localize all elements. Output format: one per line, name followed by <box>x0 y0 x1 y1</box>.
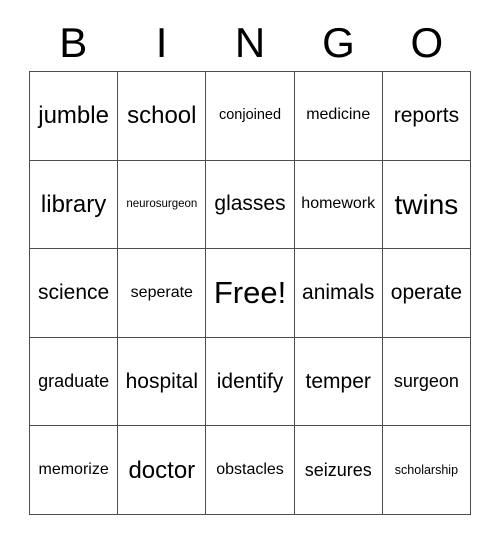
bingo-cell-label: medicine <box>306 106 371 124</box>
bingo-cell[interactable]: reports <box>382 72 472 161</box>
bingo-cell-free-space[interactable]: Free! <box>206 249 295 338</box>
bingo-cell[interactable]: homework <box>294 160 383 250</box>
bingo-cell[interactable]: library <box>30 160 119 250</box>
bingo-cell-label: conjoined <box>218 107 282 124</box>
bingo-cell[interactable]: surgeon <box>382 337 472 427</box>
bingo-cell-label: neurosurgeon <box>126 198 198 211</box>
bingo-row: jumble school conjoined medicine reports <box>30 72 472 161</box>
bingo-cell[interactable]: glasses <box>206 160 295 250</box>
bingo-cell-label: animals <box>302 280 375 304</box>
bingo-cell-label: hospital <box>125 369 198 393</box>
bingo-cell[interactable]: graduate <box>30 337 119 427</box>
bingo-cell-label: identify <box>216 369 284 393</box>
bingo-header-letter-n: N <box>234 18 266 66</box>
bingo-row: library neurosurgeon glasses homework tw… <box>30 160 472 250</box>
bingo-cell-label: scholarship <box>394 462 459 477</box>
bingo-cell-label: surgeon <box>393 371 459 392</box>
bingo-row: graduate hospital identify temper surgeo… <box>30 337 472 427</box>
bingo-cell[interactable]: identify <box>206 337 295 427</box>
bingo-header-letter-o: O <box>410 18 444 66</box>
bingo-cell-label: graduate <box>38 371 110 392</box>
bingo-cell-label: doctor <box>128 456 196 484</box>
bingo-cell[interactable]: animals <box>294 249 383 338</box>
bingo-cell[interactable]: hospital <box>118 337 207 427</box>
bingo-cell[interactable]: seperate <box>118 249 207 338</box>
bingo-cell[interactable]: scholarship <box>382 426 472 515</box>
bingo-cell-label: operate <box>390 280 463 304</box>
bingo-cell-label: obstacles <box>216 460 284 478</box>
bingo-cell[interactable]: seizures <box>294 426 383 515</box>
bingo-cell[interactable]: school <box>118 72 207 161</box>
bingo-cell[interactable]: jumble <box>30 72 119 161</box>
bingo-header-letter-g: G <box>322 18 355 66</box>
bingo-cell[interactable]: twins <box>382 160 472 250</box>
bingo-cell[interactable]: neurosurgeon <box>118 160 207 250</box>
bingo-cell[interactable]: doctor <box>118 426 207 515</box>
bingo-cell-label: homework <box>301 194 376 212</box>
bingo-cell[interactable]: obstacles <box>206 426 295 515</box>
bingo-cell-label: school <box>127 102 197 130</box>
bingo-cell-label: science <box>38 280 110 304</box>
bingo-grid: jumble school conjoined medicine reports… <box>29 71 472 515</box>
bingo-cell-label: twins <box>394 188 459 220</box>
bingo-cell-label: memorize <box>38 460 109 478</box>
bingo-cell[interactable]: medicine <box>294 72 383 161</box>
bingo-cell[interactable]: conjoined <box>206 72 295 161</box>
bingo-cell[interactable]: science <box>30 249 119 338</box>
bingo-free-space-label: Free! <box>213 274 287 310</box>
bingo-row: memorize doctor obstacles seizures schol… <box>30 426 472 515</box>
bingo-header-letter-i: I <box>155 18 168 66</box>
bingo-cell-label: seizures <box>304 459 372 480</box>
bingo-cell-label: seperate <box>130 283 193 301</box>
bingo-header-letter-b: B <box>59 18 88 66</box>
bingo-cell-label: temper <box>305 369 371 393</box>
bingo-cell[interactable]: memorize <box>30 426 119 515</box>
bingo-cell-label: reports <box>393 103 460 127</box>
bingo-cell-label: library <box>40 190 107 218</box>
bingo-row: science seperate Free! animals operate <box>30 249 472 338</box>
bingo-header-row: B I N G O <box>29 14 471 71</box>
bingo-cell-label: jumble <box>38 102 109 130</box>
bingo-card: B I N G O jumble school conjoined medici… <box>0 0 500 544</box>
bingo-cell[interactable]: temper <box>294 337 383 427</box>
bingo-cell[interactable]: operate <box>382 249 472 338</box>
bingo-cell-label: glasses <box>214 192 286 216</box>
